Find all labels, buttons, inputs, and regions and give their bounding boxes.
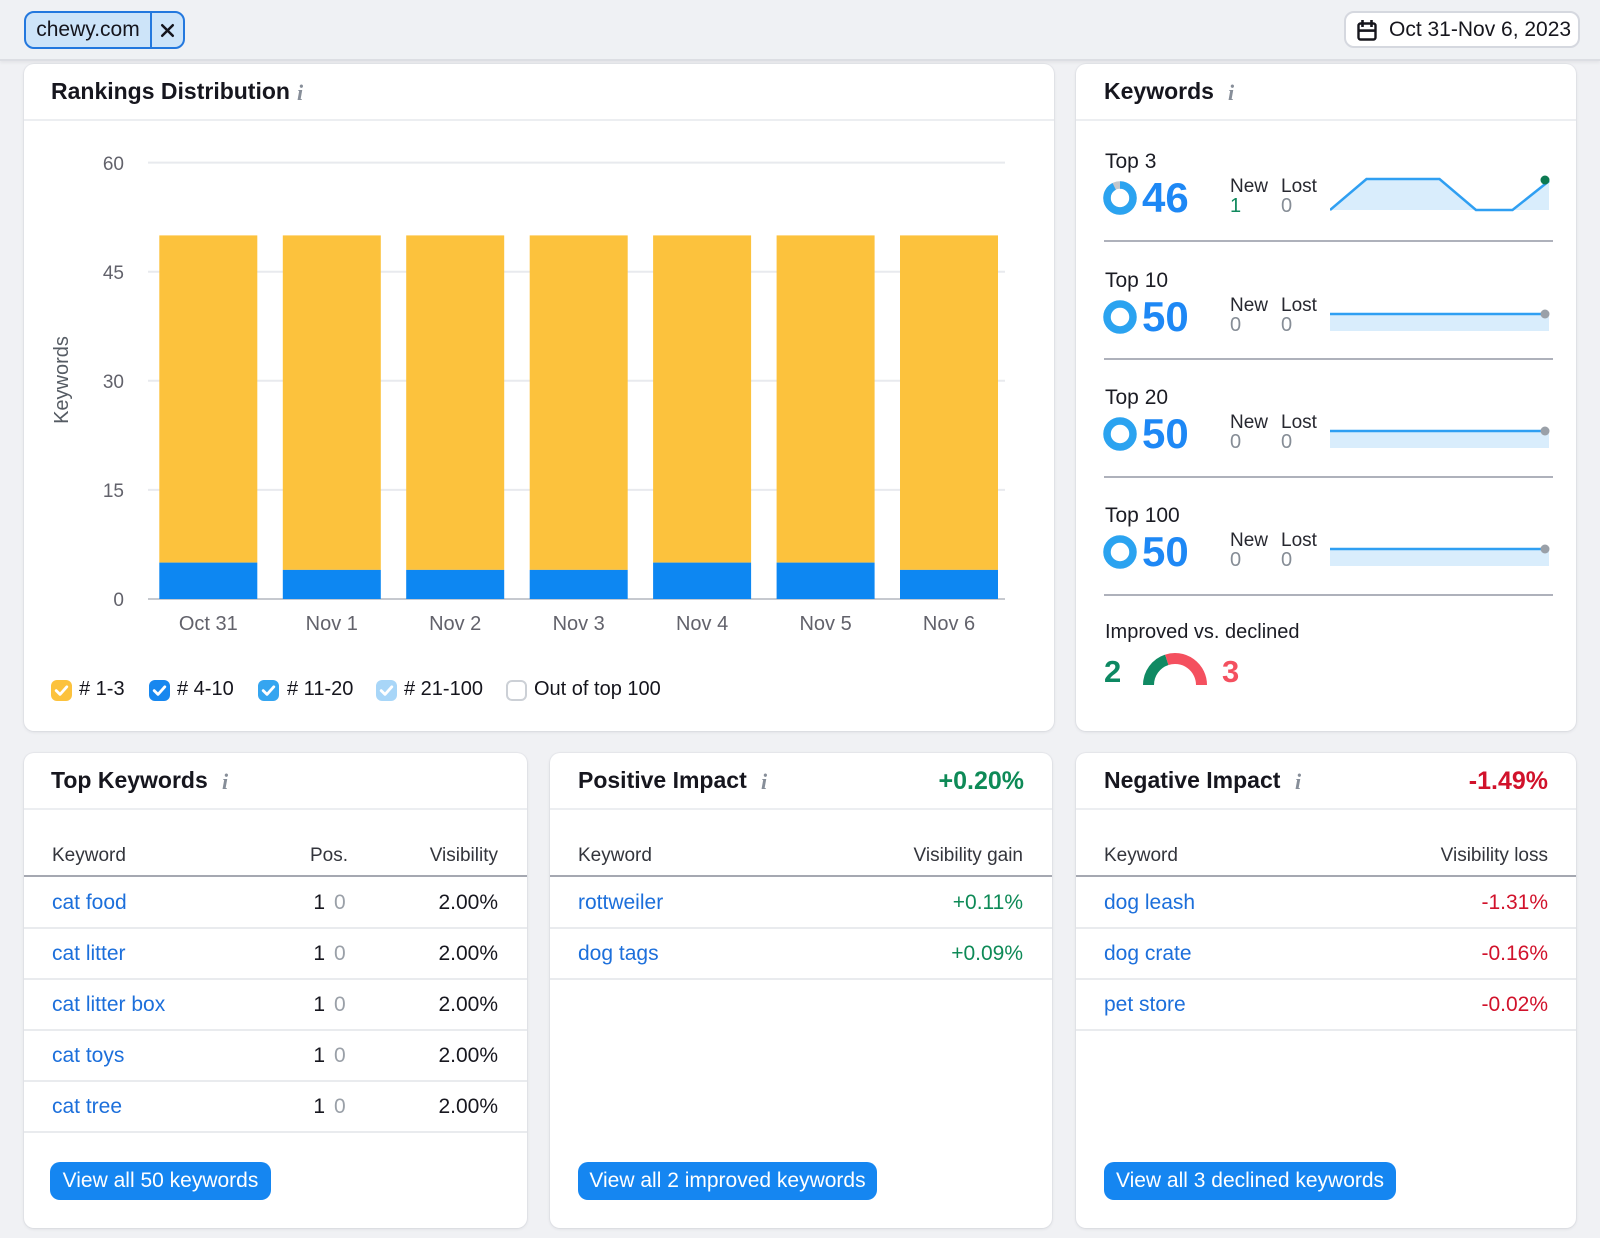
svg-text:Nov 5: Nov 5 xyxy=(799,613,851,635)
svg-text:Nov 3: Nov 3 xyxy=(553,613,605,635)
svg-text:Keywords: Keywords xyxy=(51,336,73,424)
svg-text:Nov 2: Nov 2 xyxy=(429,613,481,635)
svg-text:45: 45 xyxy=(103,263,124,284)
svg-text:60: 60 xyxy=(103,154,124,175)
svg-text:30: 30 xyxy=(103,372,124,393)
svg-text:Nov 6: Nov 6 xyxy=(923,613,975,635)
svg-text:Nov 4: Nov 4 xyxy=(676,613,728,635)
svg-text:Oct 31: Oct 31 xyxy=(179,613,238,635)
svg-text:Nov 1: Nov 1 xyxy=(306,613,358,635)
svg-text:15: 15 xyxy=(103,481,124,502)
svg-text:0: 0 xyxy=(113,590,124,611)
